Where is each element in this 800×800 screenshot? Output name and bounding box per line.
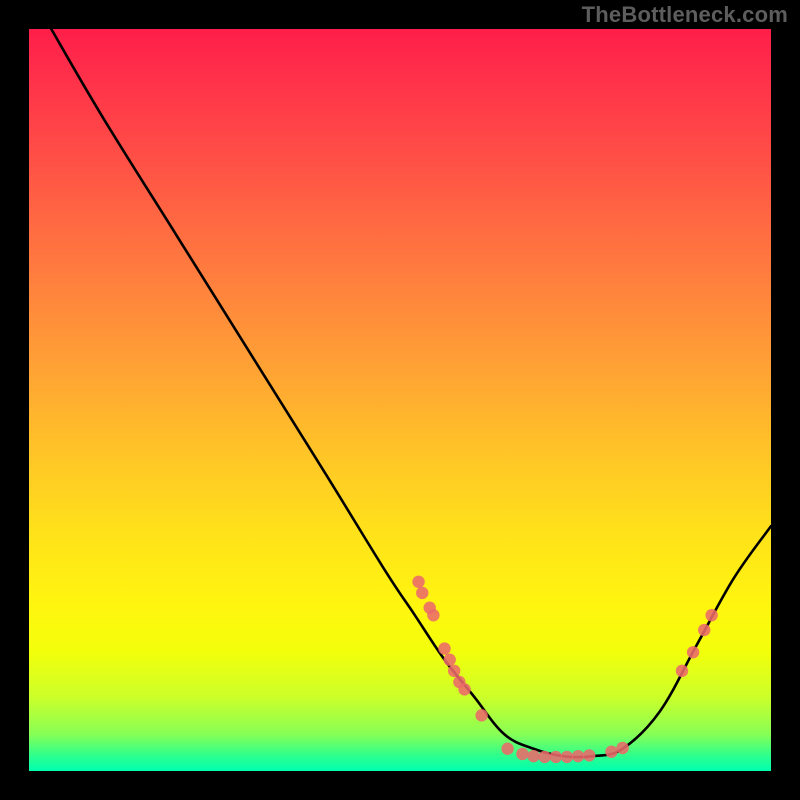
data-point bbox=[550, 751, 562, 763]
data-point bbox=[605, 746, 617, 758]
data-point bbox=[616, 742, 628, 754]
data-point bbox=[448, 665, 460, 677]
data-point bbox=[444, 654, 456, 666]
data-point bbox=[561, 751, 573, 763]
curve-svg bbox=[29, 29, 771, 771]
data-markers bbox=[412, 576, 717, 764]
data-point bbox=[698, 624, 710, 636]
chart-container: TheBottleneck.com bbox=[0, 0, 800, 800]
plot-area bbox=[29, 29, 771, 771]
data-point bbox=[475, 709, 487, 721]
data-point bbox=[412, 576, 424, 588]
data-point bbox=[676, 665, 688, 677]
watermark-text: TheBottleneck.com bbox=[582, 2, 788, 28]
data-point bbox=[583, 749, 595, 761]
data-point bbox=[458, 683, 470, 695]
data-point bbox=[416, 587, 428, 599]
bottleneck-curve bbox=[51, 29, 771, 757]
data-point bbox=[427, 609, 439, 621]
data-point bbox=[687, 646, 699, 658]
data-point bbox=[705, 609, 717, 621]
data-point bbox=[501, 743, 513, 755]
data-point bbox=[438, 642, 450, 654]
data-point bbox=[527, 750, 539, 762]
data-point bbox=[572, 750, 584, 762]
data-point bbox=[516, 748, 528, 760]
data-point bbox=[538, 751, 550, 763]
